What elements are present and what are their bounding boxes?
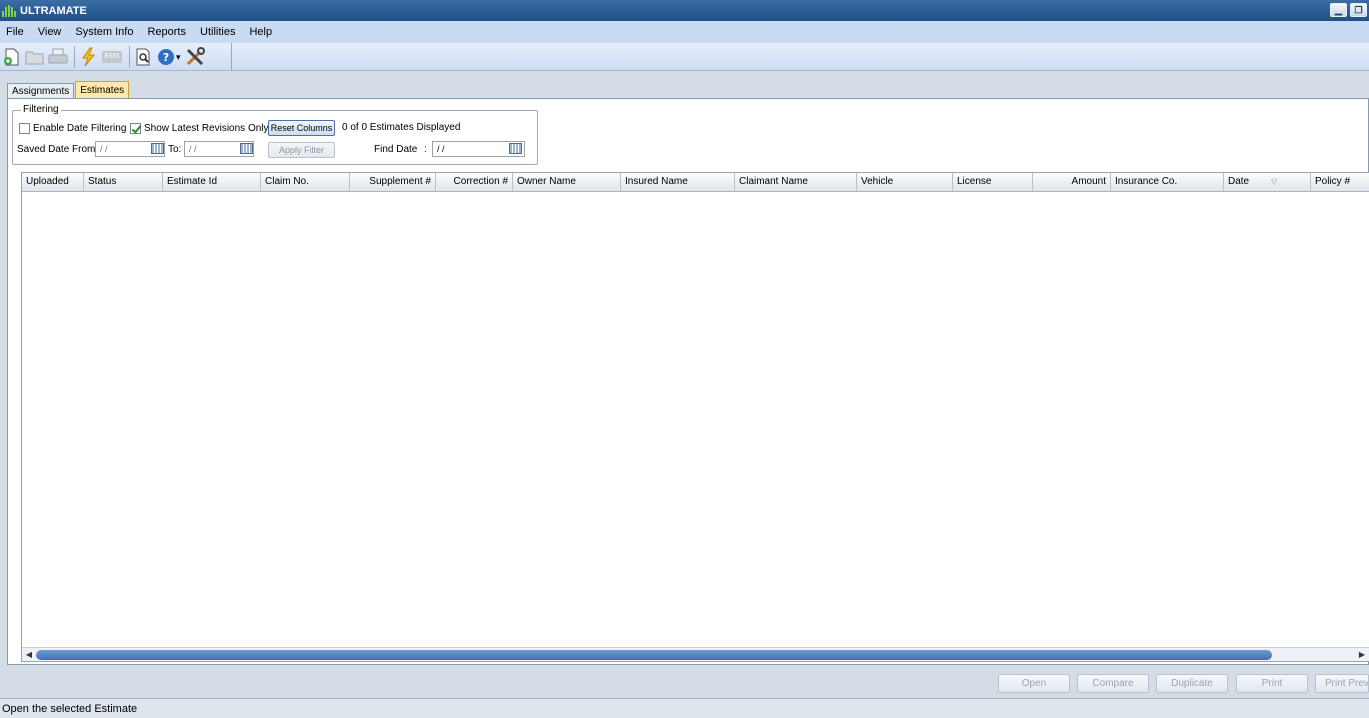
calendar-icon[interactable]: [240, 143, 253, 154]
column-vehicle[interactable]: Vehicle: [857, 173, 953, 192]
svg-text:?: ?: [163, 51, 169, 64]
open-folder-icon[interactable]: [25, 47, 45, 67]
column-policy[interactable]: Policy #: [1311, 173, 1369, 192]
estimates-grid[interactable]: Uploaded Status Estimate Id Claim No. Su…: [21, 172, 1369, 662]
tab-assignments[interactable]: Assignments: [7, 83, 75, 99]
app-logo-icon: [2, 4, 16, 17]
column-supplement[interactable]: Supplement #: [350, 173, 436, 192]
calendar-icon[interactable]: [509, 143, 522, 154]
help-icon[interactable]: ?: [156, 47, 176, 67]
column-owner-name[interactable]: Owner Name: [513, 173, 621, 192]
main-panel: Assignments Estimates Filtering Enable D…: [0, 72, 1369, 698]
menu-help[interactable]: Help: [249, 26, 272, 38]
sort-descending-icon: ▽: [1271, 177, 1278, 186]
lightning-icon[interactable]: [78, 47, 98, 67]
horizontal-scrollbar[interactable]: ◀ ▶: [22, 647, 1369, 661]
scroll-right-icon[interactable]: ▶: [1355, 648, 1369, 661]
find-date-colon: :: [424, 144, 427, 155]
column-amount[interactable]: Amount: [1033, 173, 1111, 192]
tools-icon[interactable]: [185, 47, 205, 67]
help-dropdown-icon[interactable]: ▾: [176, 52, 181, 63]
column-claimant-name[interactable]: Claimant Name: [735, 173, 857, 192]
scroll-thumb[interactable]: [36, 650, 1272, 660]
column-correction[interactable]: Correction #: [436, 173, 513, 192]
estimates-displayed-count: 0 of 0 Estimates Displayed: [342, 122, 461, 133]
estimates-panel: Filtering Enable Date Filtering Show Lat…: [7, 98, 1369, 665]
print-preview-button[interactable]: Print Preview: [1315, 674, 1369, 693]
reset-columns-button[interactable]: Reset Columns: [268, 120, 335, 136]
app-title: ULTRAMATE: [20, 4, 87, 17]
menu-file[interactable]: File: [6, 26, 24, 38]
print-button[interactable]: Print: [1236, 674, 1308, 693]
scroll-left-icon[interactable]: ◀: [22, 648, 36, 661]
compare-button[interactable]: Compare: [1077, 674, 1149, 693]
filtering-group: Filtering Enable Date Filtering Show Lat…: [12, 104, 538, 165]
status-text: Open the selected Estimate: [2, 703, 138, 715]
to-label: To:: [168, 144, 182, 155]
filtering-legend: Filtering: [21, 104, 61, 115]
new-document-icon[interactable]: [2, 47, 22, 67]
duplicate-button[interactable]: Duplicate: [1156, 674, 1228, 693]
menu-reports[interactable]: Reports: [147, 26, 186, 38]
column-estimate-id[interactable]: Estimate Id: [163, 173, 261, 192]
ems-icon[interactable]: EMS: [101, 47, 123, 67]
column-insurance-co[interactable]: Insurance Co.: [1111, 173, 1224, 192]
column-license[interactable]: License: [953, 173, 1033, 192]
menu-bar: File View System Info Reports Utilities …: [0, 21, 1369, 43]
apply-filter-button[interactable]: Apply Filter: [268, 142, 335, 158]
enable-date-filtering-box[interactable]: [19, 123, 30, 134]
preview-icon[interactable]: [133, 47, 153, 67]
show-latest-revisions-checkbox[interactable]: Show Latest Revisions Only: [130, 123, 269, 134]
enable-date-filtering-checkbox[interactable]: Enable Date Filtering: [19, 123, 126, 134]
enable-date-filtering-label: Enable Date Filtering: [33, 123, 127, 134]
column-date-label: Date: [1228, 176, 1250, 187]
tab-strip: Assignments Estimates: [7, 81, 130, 99]
tab-estimates[interactable]: Estimates: [75, 81, 130, 99]
menu-view[interactable]: View: [38, 26, 62, 38]
calendar-icon[interactable]: [151, 143, 164, 154]
title-bar: ULTRAMATE ▁ ❐: [0, 0, 1369, 21]
saved-date-from-label: Saved Date From:: [17, 144, 99, 155]
menu-system-info[interactable]: System Info: [75, 26, 133, 38]
minimize-button[interactable]: ▁: [1330, 3, 1347, 17]
grid-header: Uploaded Status Estimate Id Claim No. Su…: [22, 173, 1369, 192]
open-button[interactable]: Open: [998, 674, 1070, 693]
column-insured-name[interactable]: Insured Name: [621, 173, 735, 192]
column-claim-no[interactable]: Claim No.: [261, 173, 350, 192]
menu-utilities[interactable]: Utilities: [200, 26, 235, 38]
column-uploaded[interactable]: Uploaded: [22, 173, 84, 192]
show-latest-revisions-box[interactable]: [130, 123, 141, 134]
toolbar: EMS ? ▾: [0, 43, 1369, 71]
show-latest-revisions-label: Show Latest Revisions Only: [144, 123, 269, 134]
column-date[interactable]: Date ▽: [1224, 173, 1311, 192]
status-bar: Open the selected Estimate: [0, 698, 1369, 718]
column-status[interactable]: Status: [84, 173, 163, 192]
print-icon[interactable]: [48, 47, 68, 67]
ems-label: EMS: [102, 51, 122, 63]
find-date-label: Find Date: [374, 144, 418, 155]
restore-button[interactable]: ❐: [1350, 3, 1367, 17]
